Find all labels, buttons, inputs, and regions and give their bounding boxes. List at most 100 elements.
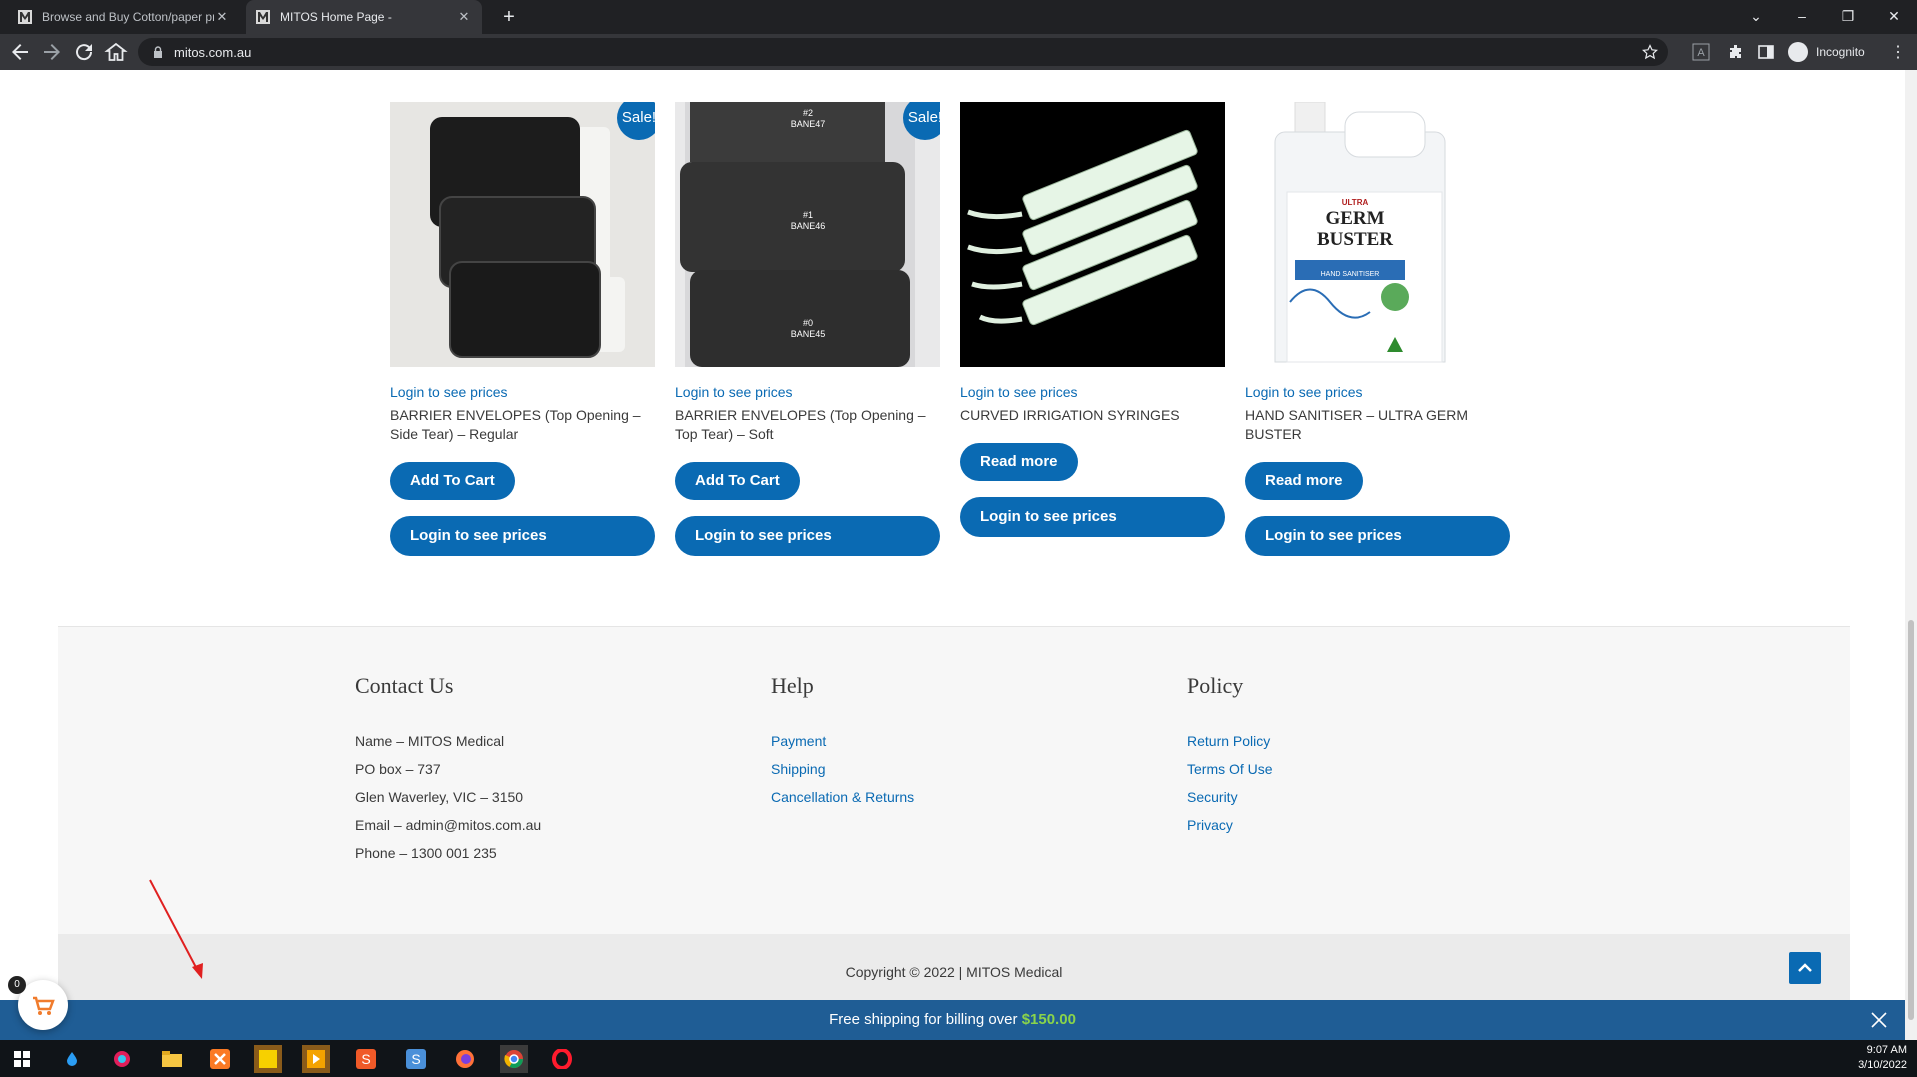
tab-close-icon[interactable]: ✕ bbox=[456, 9, 472, 25]
side-panel-icon[interactable] bbox=[1757, 43, 1775, 61]
svg-text:S: S bbox=[411, 1051, 420, 1067]
browser-tab-cotton[interactable]: Browse and Buy Cotton/paper pr ✕ bbox=[8, 0, 240, 34]
shipping-text: Free shipping for billing over bbox=[829, 1011, 1018, 1028]
translate-extension-icon[interactable]: A bbox=[1692, 43, 1710, 61]
minimize-icon[interactable]: – bbox=[1779, 0, 1825, 34]
browser-tab-strip: Browse and Buy Cotton/paper pr ✕ MITOS H… bbox=[0, 0, 1917, 34]
incognito-icon bbox=[1788, 42, 1808, 62]
image-label: ULTRA bbox=[1341, 198, 1369, 207]
close-icon[interactable] bbox=[1869, 1000, 1889, 1040]
product-title[interactable]: BARRIER ENVELOPES (Top Opening – Top Tea… bbox=[675, 406, 940, 444]
tab-title: MITOS Home Page - bbox=[280, 10, 392, 24]
incognito-label: Incognito bbox=[1816, 45, 1865, 59]
login-to-see-prices-link[interactable]: Login to see prices bbox=[390, 384, 655, 400]
xampp-icon[interactable] bbox=[206, 1045, 234, 1073]
clock-time: 9:07 AM bbox=[1866, 1044, 1907, 1056]
scrollbar-thumb[interactable] bbox=[1908, 620, 1914, 1020]
footer-heading: Policy bbox=[1187, 673, 1244, 698]
add-to-cart-button[interactable]: Add To Cart bbox=[675, 462, 800, 500]
clock-date: 3/10/2022 bbox=[1858, 1059, 1907, 1071]
chevron-up-icon bbox=[1798, 963, 1812, 972]
sublime-icon-blue[interactable]: S bbox=[402, 1045, 430, 1073]
slack-icon[interactable] bbox=[108, 1045, 136, 1073]
annotation-arrow-icon bbox=[149, 879, 203, 979]
footer-heading: Contact Us bbox=[355, 673, 454, 698]
footer-link-shipping[interactable]: Shipping bbox=[771, 755, 914, 783]
extensions-puzzle-icon[interactable] bbox=[1727, 43, 1745, 61]
product-image[interactable]: ULTRA GERM BUSTER HAND SANITISER bbox=[1245, 102, 1510, 367]
footer-link-privacy[interactable]: Privacy bbox=[1187, 811, 1273, 839]
forward-arrow-icon[interactable] bbox=[40, 40, 64, 64]
footer-policy-column: Policy Return Policy Terms Of Use Securi… bbox=[1187, 673, 1273, 839]
contact-po-box: PO box – 737 bbox=[355, 761, 441, 777]
product-card-barrier-regular: Sale! Login to see prices BARRIER ENVELO… bbox=[390, 102, 655, 556]
login-to-see-prices-link[interactable]: Login to see prices bbox=[960, 384, 1225, 400]
firefox-icon[interactable] bbox=[451, 1045, 479, 1073]
close-window-icon[interactable]: ✕ bbox=[1871, 0, 1917, 34]
mitos-favicon-icon bbox=[256, 10, 270, 24]
footer-help-column: Help Payment Shipping Cancellation & Ret… bbox=[771, 673, 914, 811]
footer-link-security[interactable]: Security bbox=[1187, 783, 1273, 811]
product-title[interactable]: BARRIER ENVELOPES (Top Opening – Side Te… bbox=[390, 406, 655, 444]
product-title[interactable]: CURVED IRRIGATION SYRINGES bbox=[960, 406, 1225, 425]
login-to-see-prices-button[interactable]: Login to see prices bbox=[675, 516, 940, 556]
droplet-app-icon[interactable] bbox=[58, 1045, 86, 1073]
image-label: BUSTER bbox=[1316, 229, 1394, 250]
login-to-see-prices-button[interactable]: Login to see prices bbox=[390, 516, 655, 556]
incognito-profile-button[interactable]: Incognito bbox=[1788, 41, 1865, 63]
image-label: BANE47 bbox=[790, 119, 826, 129]
login-to-see-prices-button[interactable]: Login to see prices bbox=[1245, 516, 1510, 556]
product-image[interactable] bbox=[960, 102, 1225, 367]
product-card-hand-sanitiser: ULTRA GERM BUSTER HAND SANITISER Login t… bbox=[1245, 102, 1510, 556]
address-bar[interactable]: mitos.com.au bbox=[138, 38, 1668, 66]
footer-link-return-policy[interactable]: Return Policy bbox=[1187, 727, 1273, 755]
tab-close-icon[interactable]: ✕ bbox=[214, 9, 230, 25]
add-to-cart-button[interactable]: Add To Cart bbox=[390, 462, 515, 500]
image-label: #0 bbox=[802, 318, 813, 328]
restore-icon[interactable]: ❐ bbox=[1825, 0, 1871, 34]
page-viewport: Sale! Login to see prices BARRIER ENVELO… bbox=[0, 70, 1905, 1040]
login-to-see-prices-link[interactable]: Login to see prices bbox=[1245, 384, 1510, 400]
image-label: GERM bbox=[1325, 208, 1385, 229]
product-image[interactable]: Sale! bbox=[390, 102, 655, 367]
read-more-button[interactable]: Read more bbox=[1245, 462, 1363, 500]
new-tab-plus-icon[interactable]: + bbox=[497, 5, 521, 29]
login-to-see-prices-link[interactable]: Login to see prices bbox=[675, 384, 940, 400]
url-text: mitos.com.au bbox=[174, 44, 252, 60]
contact-address: Glen Waverley, VIC – 3150 bbox=[355, 789, 524, 805]
browser-menu-icon[interactable]: ⋮ bbox=[1890, 42, 1906, 62]
sticky-notes-icon[interactable] bbox=[254, 1045, 282, 1073]
image-label: #2 bbox=[802, 108, 813, 118]
copyright-text: Copyright © 2022 | MITOS Medical bbox=[845, 964, 1063, 980]
browser-tab-mitos-home[interactable]: MITOS Home Page - ✕ bbox=[246, 0, 482, 34]
contact-email: Email – admin@mitos.com.au bbox=[355, 817, 542, 833]
product-image[interactable]: #2 BANE47 #1 BANE46 #0 BANE45 Sale! bbox=[675, 102, 940, 367]
file-explorer-icon[interactable] bbox=[158, 1045, 186, 1073]
back-arrow-icon[interactable] bbox=[8, 40, 32, 64]
contact-phone: Phone – 1300 001 235 bbox=[355, 845, 497, 861]
bookmark-star-icon[interactable] bbox=[1642, 44, 1658, 60]
presentation-app-icon[interactable] bbox=[302, 1045, 330, 1073]
scroll-to-top-button[interactable] bbox=[1789, 952, 1821, 984]
lock-icon bbox=[154, 46, 162, 58]
svg-text:S: S bbox=[361, 1051, 370, 1067]
chrome-icon[interactable] bbox=[500, 1045, 528, 1073]
product-title[interactable]: HAND SANITISER – ULTRA GERM BUSTER bbox=[1245, 406, 1510, 444]
tab-search-chevron-icon[interactable]: ⌄ bbox=[1733, 0, 1779, 34]
footer-heading: Help bbox=[771, 673, 814, 698]
footer-link-payment[interactable]: Payment bbox=[771, 727, 914, 755]
login-to-see-prices-button[interactable]: Login to see prices bbox=[960, 497, 1225, 537]
footer-link-cancellation[interactable]: Cancellation & Returns bbox=[771, 783, 914, 811]
reload-icon[interactable] bbox=[72, 40, 96, 64]
sublime-icon-orange[interactable]: S bbox=[352, 1045, 380, 1073]
page-scrollbar[interactable] bbox=[1905, 70, 1917, 1040]
read-more-button[interactable]: Read more bbox=[960, 443, 1078, 481]
system-clock[interactable]: 9:07 AM 3/10/2022 bbox=[1858, 1043, 1907, 1073]
windows-start-icon[interactable] bbox=[8, 1045, 36, 1073]
opera-icon[interactable] bbox=[548, 1045, 576, 1073]
footer-link-terms[interactable]: Terms Of Use bbox=[1187, 755, 1273, 783]
free-shipping-bar: Free shipping for billing over $150.00 bbox=[0, 1000, 1905, 1040]
footer-bar: Copyright © 2022 | MITOS Medical bbox=[58, 934, 1850, 1000]
home-icon[interactable] bbox=[104, 40, 128, 64]
image-label: BANE46 bbox=[790, 221, 826, 231]
